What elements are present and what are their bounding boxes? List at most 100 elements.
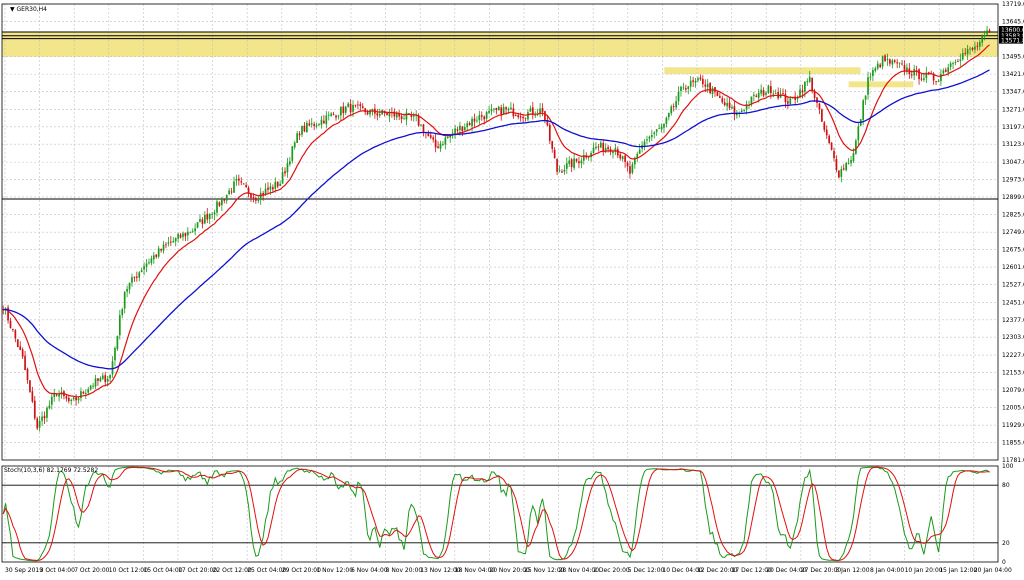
candle-body	[879, 64, 882, 68]
y-tick-label: 12973.0	[1002, 177, 1024, 184]
candle-body	[485, 112, 488, 119]
candle-body	[36, 418, 39, 429]
candle-body	[935, 81, 937, 82]
candle-body	[82, 391, 85, 394]
candle-body	[340, 106, 342, 116]
candle-body	[301, 125, 303, 135]
candle-body	[653, 132, 656, 135]
candle-body	[842, 168, 845, 170]
candle-body	[872, 70, 874, 77]
candle-body	[157, 248, 160, 257]
candle-body	[344, 106, 347, 113]
candle-body	[320, 119, 323, 125]
candle-body	[172, 240, 175, 243]
candle-body	[923, 78, 925, 80]
x-tick-label: 5 Dec 12:00	[628, 567, 665, 574]
candle-body	[867, 77, 869, 95]
candle-body	[281, 172, 284, 184]
candle-body	[845, 163, 848, 171]
x-tick-label: 25 Oct 04:00	[247, 567, 286, 574]
candle-body	[675, 101, 677, 108]
candle-body	[395, 113, 398, 118]
candle-body	[468, 123, 471, 126]
candle-body	[974, 46, 976, 50]
candle-body	[67, 397, 70, 402]
candle-body	[711, 88, 714, 94]
candle-body	[728, 102, 731, 108]
candle-body	[782, 93, 784, 94]
candle-body	[527, 112, 529, 120]
price-tag-label: 13571.8	[1001, 38, 1024, 45]
candle-body	[597, 146, 600, 148]
candle-body	[408, 112, 410, 114]
candle-body	[476, 120, 478, 122]
candle-body	[616, 149, 619, 156]
candle-body	[626, 162, 629, 167]
candle-body	[726, 103, 728, 107]
candle-body	[296, 133, 299, 143]
candle-body	[177, 233, 179, 239]
candle-body	[578, 161, 580, 164]
x-tick-label: 2 Dec 20:00	[593, 567, 630, 574]
stoch-y-tick-label: 20	[1002, 540, 1010, 547]
candle-body	[838, 170, 840, 178]
y-tick-label: 11855.0	[1002, 440, 1024, 447]
candle-body	[718, 96, 721, 98]
candle-body	[337, 115, 340, 117]
y-tick-label: 12005.0	[1002, 404, 1024, 411]
candle-body	[427, 133, 430, 137]
candle-body	[451, 132, 454, 134]
candle-body	[250, 194, 252, 198]
candle-body	[910, 74, 913, 76]
y-tick-label: 12227.0	[1002, 352, 1024, 359]
candle-body	[84, 392, 87, 394]
candle-body	[507, 108, 510, 111]
candle-body	[821, 109, 823, 122]
candle-body	[505, 107, 507, 110]
candle-body	[473, 118, 476, 122]
candle-body	[918, 69, 920, 80]
candle-body	[325, 115, 328, 125]
y-tick-label: 12153.0	[1002, 369, 1024, 376]
candle-body	[186, 231, 189, 236]
candle-body	[211, 214, 213, 215]
candle-body	[646, 139, 648, 141]
candle-body	[298, 133, 301, 136]
candle-body	[971, 47, 974, 50]
candle-body	[920, 78, 923, 80]
candle-body	[808, 76, 811, 82]
y-tick-label: 12377.0	[1002, 317, 1024, 324]
candle-body	[699, 77, 702, 80]
candle-body	[636, 153, 639, 158]
candle-body	[128, 282, 131, 290]
candle-body	[179, 234, 182, 238]
candle-body	[41, 416, 43, 421]
candle-body	[24, 355, 26, 371]
candle-body	[332, 113, 335, 115]
candle-body	[184, 232, 187, 237]
x-tick-label: 3 Jan 12:00	[835, 567, 869, 574]
candle-body	[223, 198, 226, 201]
candle-body	[291, 146, 294, 161]
candle-body	[553, 149, 556, 159]
candle-body	[269, 186, 272, 190]
candle-body	[148, 262, 150, 264]
candle-body	[833, 150, 835, 159]
candle-body	[459, 125, 461, 131]
candle-body	[940, 74, 942, 82]
candle-body	[784, 93, 787, 103]
candle-body	[770, 86, 772, 94]
candle-body	[65, 396, 68, 399]
candle-body	[405, 112, 408, 120]
candle-body	[689, 80, 692, 87]
candle-body	[684, 88, 687, 90]
y-tick-label: 12527.0	[1002, 281, 1024, 288]
candle-body	[403, 118, 405, 120]
y-tick-label: 11929.0	[1002, 422, 1024, 429]
candle-body	[959, 59, 962, 61]
candle-body	[152, 255, 155, 260]
candle-body	[330, 113, 333, 116]
candle-body	[840, 168, 843, 177]
candle-body	[677, 91, 680, 102]
candle-body	[869, 76, 872, 78]
